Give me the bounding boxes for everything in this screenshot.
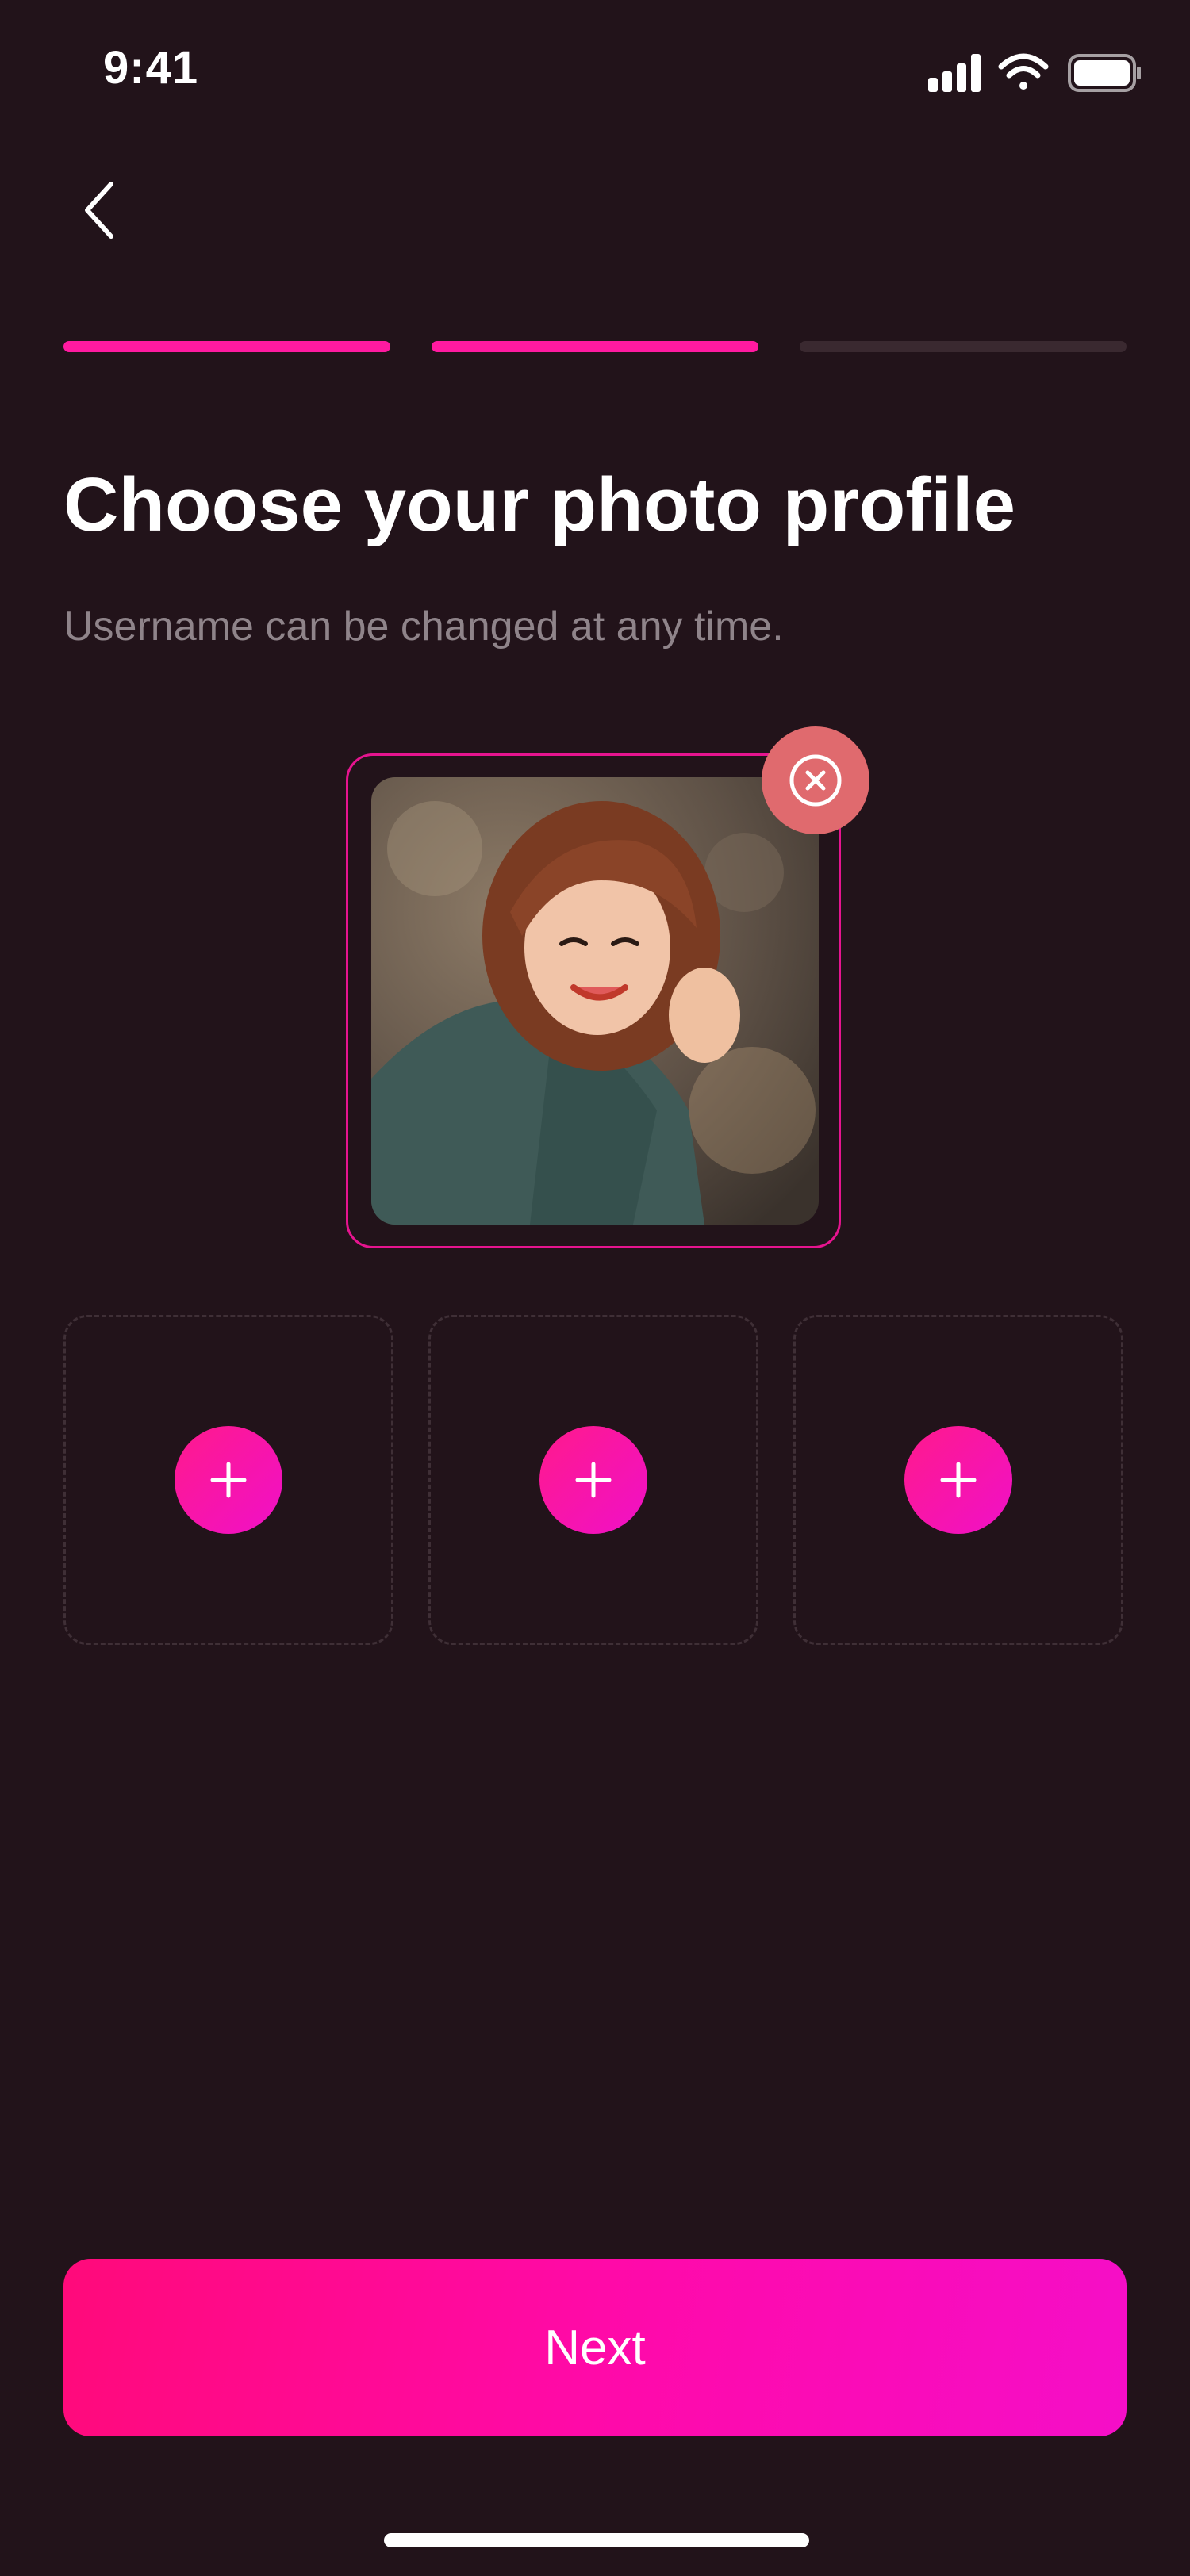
home-indicator: [384, 2533, 809, 2547]
page-subtitle: Username can be changed at any time.: [63, 604, 784, 650]
progress-steps: [63, 341, 1127, 354]
wifi-icon: [998, 53, 1049, 90]
profile-photo[interactable]: [371, 777, 819, 1225]
add-photo-button-1[interactable]: [175, 1426, 282, 1534]
battery-icon: [1068, 54, 1141, 92]
photo-slot-2: [428, 1315, 758, 1645]
next-button[interactable]: Next: [63, 2259, 1127, 2436]
add-photo-button-3[interactable]: [904, 1426, 1012, 1534]
status-icons: [928, 53, 1141, 92]
add-photo-button-2[interactable]: [539, 1426, 647, 1534]
close-circle-icon: [789, 754, 842, 807]
photo-slot-3: [793, 1315, 1123, 1645]
back-button[interactable]: [71, 174, 127, 246]
profile-photo-image: [371, 777, 819, 1225]
page-title: Choose your photo profile: [63, 462, 1015, 547]
plus-icon: [940, 1462, 977, 1498]
plus-icon: [575, 1462, 612, 1498]
progress-step-2: [432, 341, 758, 352]
chevron-left-icon: [85, 182, 113, 239]
progress-step-3: [800, 341, 1127, 352]
plus-icon: [210, 1462, 247, 1498]
remove-photo-button[interactable]: [762, 726, 869, 834]
photo-slot-1: [63, 1315, 393, 1645]
progress-step-1: [63, 341, 390, 352]
status-time: 9:41: [103, 42, 199, 94]
signal-icon: [928, 54, 981, 92]
